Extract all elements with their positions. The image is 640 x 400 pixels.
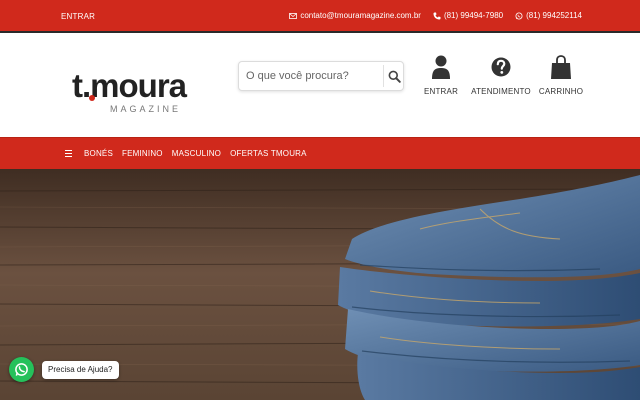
question-icon xyxy=(491,57,511,77)
search-icon xyxy=(388,70,401,83)
menu-item-feminino[interactable]: FEMININO xyxy=(122,149,163,158)
menu-icon[interactable] xyxy=(65,149,72,158)
whatsapp-chat-button[interactable] xyxy=(9,357,34,382)
header-support[interactable]: ATENDIMENTO xyxy=(471,55,531,96)
top-phone-text: (81) 99494-7980 xyxy=(443,11,504,20)
logo-dot xyxy=(89,95,95,101)
header-support-label: ATENDIMENTO xyxy=(471,87,531,96)
top-whatsapp-text: (81) 994252114 xyxy=(526,11,582,20)
whatsapp-icon xyxy=(515,12,523,19)
header-login-label: ENTRAR xyxy=(423,87,459,96)
whatsapp-icon xyxy=(15,363,28,376)
top-bar: ENTRAR contato@tmouramagazine.com.br (81… xyxy=(0,0,640,31)
category-menu-bar: BONÉS FEMININO MASCULINO OFERTAS TMOURA xyxy=(0,137,640,169)
menu-item-masculino[interactable]: MASCULINO xyxy=(172,149,221,158)
search-button[interactable] xyxy=(385,62,404,90)
logo-subtitle: MAGAZINE xyxy=(110,104,182,114)
envelope-icon xyxy=(289,12,298,19)
header-cart[interactable]: CARRINHO xyxy=(539,55,583,96)
top-whatsapp[interactable]: (81) 994252114 xyxy=(515,11,582,20)
header-cart-label: CARRINHO xyxy=(538,87,584,96)
search-box xyxy=(238,61,404,91)
shopping-bag-icon xyxy=(551,55,571,79)
menu-item-ofertas[interactable]: OFERTAS TMOURA xyxy=(230,149,307,158)
top-phone[interactable]: (81) 99494-7980 xyxy=(433,11,503,20)
whatsapp-help-bubble[interactable]: Precisa de Ajuda? xyxy=(42,361,119,379)
search-input[interactable] xyxy=(239,62,383,90)
header-login[interactable]: ENTRAR xyxy=(422,55,460,96)
search-divider xyxy=(383,65,384,87)
user-icon xyxy=(432,55,450,79)
top-email[interactable]: contato@tmouramagazine.com.br xyxy=(289,11,421,20)
phone-icon xyxy=(433,12,441,19)
logo[interactable]: t.moura MAGAZINE xyxy=(72,69,208,143)
top-login-link[interactable]: ENTRAR xyxy=(61,12,95,21)
menu-item-bones[interactable]: BONÉS xyxy=(84,149,113,158)
header: t.moura MAGAZINE ENTRAR ATENDIMENTO CARR… xyxy=(0,33,640,137)
top-email-text: contato@tmouramagazine.com.br xyxy=(300,11,421,20)
